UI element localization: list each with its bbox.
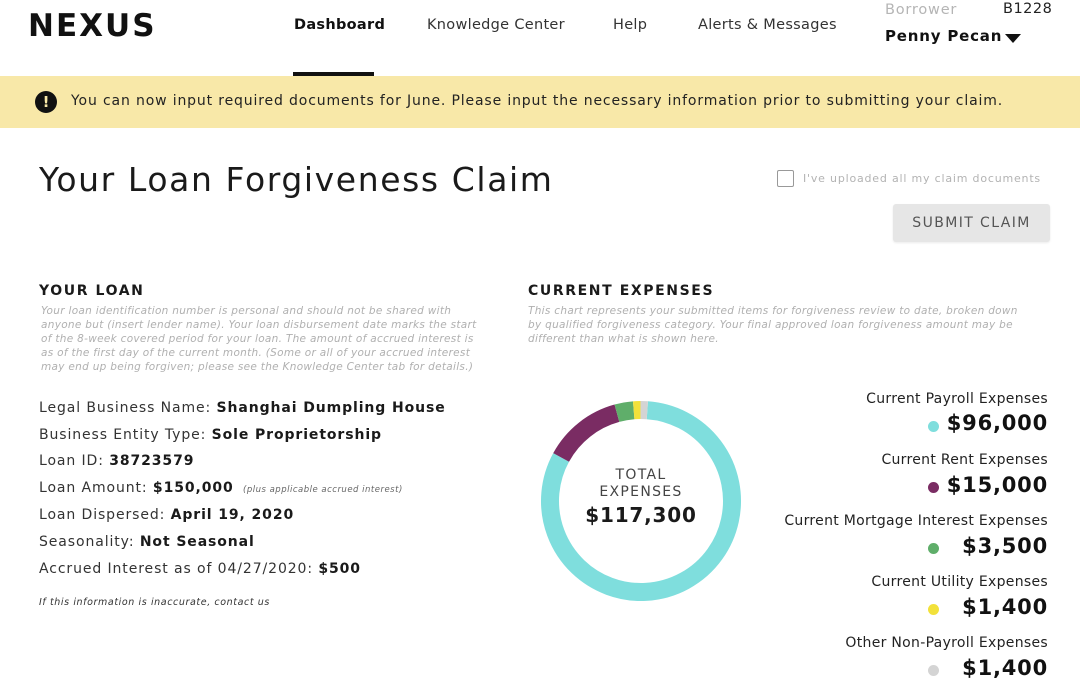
borrower-name[interactable]: Penny Pecan — [885, 27, 1002, 45]
description-line: of the 8-week covered period for your lo… — [41, 333, 474, 345]
legend-dot-other-non-payroll — [928, 665, 939, 676]
field-label: Loan ID: — [39, 453, 104, 469]
submit-claim-button[interactable]: SUBMIT CLAIM — [893, 204, 1050, 242]
donut-label-line: EXPENSES — [599, 484, 683, 500]
legend-dot-rent — [928, 482, 939, 493]
donut-total-label: TOTAL EXPENSES — [590, 467, 692, 501]
account-dropdown-caret-icon[interactable] — [1005, 34, 1021, 43]
nav-help[interactable]: Help — [613, 17, 647, 33]
your-loan-heading: YOUR LOAN — [39, 283, 145, 299]
legend-value-payroll: $96,000 — [946, 411, 1048, 435]
field-label: Business Entity Type: — [39, 427, 207, 443]
expenses-donut-chart — [541, 401, 741, 601]
description-line: as of the first day of the current month… — [41, 347, 471, 359]
donut-segment-rent — [553, 404, 620, 462]
page-title: Your Loan Forgiveness Claim — [39, 160, 554, 199]
your-loan-description: Your loan identification number is perso… — [41, 304, 477, 374]
alert-message: You can now input required documents for… — [71, 93, 1004, 109]
field-value: Not Seasonal — [139, 534, 255, 550]
donut-total-value: $117,300 — [585, 503, 697, 527]
description-line: by qualified forgiveness category. Your … — [528, 319, 1013, 331]
loan-field-accrued-interest: Accrued Interest as of 04/27/2020: $500 — [39, 561, 361, 577]
field-label: Loan Dispersed: — [39, 507, 166, 523]
legend-label-rent: Current Rent Expenses — [881, 452, 1048, 468]
contact-us-link[interactable]: If this information is inaccurate, conta… — [39, 597, 270, 608]
description-line: may end up being forgiven; please see th… — [41, 361, 474, 373]
legend-dot-payroll — [928, 421, 939, 432]
loan-field-loan-amount: Loan Amount: $150,000 (plus applicable a… — [39, 480, 403, 496]
field-value: April 19, 2020 — [170, 507, 295, 523]
current-expenses-description: This chart represents your submitted ite… — [528, 304, 1018, 346]
nav-alerts-messages[interactable]: Alerts & Messages — [698, 17, 837, 33]
legend-label-utility: Current Utility Expenses — [871, 574, 1048, 590]
description-line: This chart represents your submitted ite… — [528, 305, 1018, 317]
field-label: Legal Business Name: — [39, 400, 212, 416]
loan-field-seasonality: Seasonality: Not Seasonal — [39, 534, 255, 550]
legend-value-mortgage-interest: $3,500 — [962, 534, 1048, 558]
nav-dashboard[interactable]: Dashboard — [294, 17, 385, 33]
description-line: different than what is shown here. — [528, 333, 719, 345]
documents-uploaded-checkbox[interactable] — [777, 170, 794, 187]
legend-label-payroll: Current Payroll Expenses — [866, 391, 1048, 407]
loan-field-loan-id: Loan ID: 38723579 — [39, 453, 194, 469]
nexus-logo[interactable]: NEXUS — [28, 8, 157, 44]
field-note: (plus applicable accrued interest) — [243, 485, 403, 495]
donut-segment-mortgage-interest — [614, 401, 635, 422]
field-label: Loan Amount: — [39, 480, 148, 496]
nav-knowledge-center[interactable]: Knowledge Center — [427, 17, 565, 33]
field-value: Shanghai Dumpling House — [216, 400, 446, 416]
field-label: Accrued Interest as of 04/27/2020: — [39, 561, 313, 577]
donut-label-line: TOTAL — [615, 467, 667, 483]
legend-label-other-non-payroll: Other Non-Payroll Expenses — [845, 635, 1048, 651]
field-value: 38723579 — [109, 453, 195, 469]
field-value: Sole Proprietorship — [211, 427, 382, 443]
legend-dot-mortgage-interest — [928, 543, 939, 554]
borrower-id: B1228 — [1003, 1, 1053, 17]
legend-dot-utility — [928, 604, 939, 615]
loan-field-entity-type: Business Entity Type: Sole Proprietorshi… — [39, 427, 382, 443]
borrower-label: Borrower — [885, 2, 958, 18]
description-line: anyone but (insert lender name). Your lo… — [41, 319, 477, 331]
legend-value-other-non-payroll: $1,400 — [962, 656, 1048, 680]
alert-exclamation-icon: ! — [35, 91, 57, 113]
alert-banner: ! You can now input required documents f… — [0, 76, 1080, 128]
field-value: $150,000 — [152, 480, 234, 496]
legend-label-mortgage-interest: Current Mortgage Interest Expenses — [784, 513, 1048, 529]
legend-value-utility: $1,400 — [962, 595, 1048, 619]
top-navigation: NEXUS Dashboard Knowledge Center Help Al… — [0, 0, 1080, 76]
field-label: Seasonality: — [39, 534, 135, 550]
current-expenses-heading: CURRENT EXPENSES — [528, 283, 715, 299]
loan-field-business-name: Legal Business Name: Shanghai Dumpling H… — [39, 400, 446, 416]
documents-uploaded-label[interactable]: I've uploaded all my claim documents — [803, 172, 1041, 185]
field-value: $500 — [318, 561, 361, 577]
loan-field-dispersed: Loan Dispersed: April 19, 2020 — [39, 507, 294, 523]
legend-value-rent: $15,000 — [946, 473, 1048, 497]
description-line: Your loan identification number is perso… — [41, 305, 452, 317]
